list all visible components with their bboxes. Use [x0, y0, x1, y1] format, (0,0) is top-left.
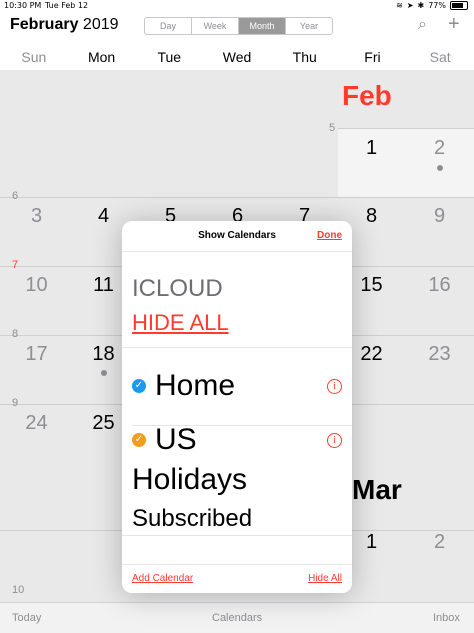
status-time: 10:30 PM: [4, 1, 42, 10]
view-week[interactable]: Week: [192, 18, 239, 34]
battery-icon: [450, 1, 468, 10]
hide-all-section-button[interactable]: HIDE ALL: [132, 310, 229, 336]
day-cell[interactable]: 3: [3, 205, 70, 228]
day-cell[interactable]: 23: [406, 343, 473, 366]
day-cell[interactable]: 1: [338, 137, 405, 160]
divider: [122, 347, 352, 348]
week-number: 9: [12, 397, 19, 409]
weekday-sun: Sun: [21, 49, 47, 65]
weekday-tue: Tue: [157, 49, 182, 65]
weekday-wed: Wed: [222, 49, 252, 65]
popover-footer: Add Calendar Hide All: [122, 564, 352, 593]
weekday-thu: Thu: [292, 49, 317, 65]
status-bar: 10:30 PM Tue Feb 12 ≋ ➤ ✱ 77%: [0, 0, 474, 12]
row-divider: [338, 128, 474, 129]
weekday-fri: Fri: [364, 49, 381, 65]
day-cell[interactable]: 9: [406, 205, 473, 228]
event-dot: [101, 370, 107, 376]
week-number: 8: [12, 328, 19, 340]
search-icon[interactable]: ⌕: [418, 16, 427, 34]
done-button[interactable]: Done: [317, 230, 342, 241]
day-cell[interactable]: 16: [406, 274, 473, 297]
section-header-icloud: ICLOUD: [132, 275, 223, 302]
hide-all-button[interactable]: Hide All: [308, 573, 342, 584]
bluetooth-icon: ✱: [417, 1, 425, 10]
view-year[interactable]: Year: [286, 18, 332, 34]
today-button[interactable]: Today: [12, 612, 41, 624]
add-event-icon[interactable]: +: [448, 13, 460, 36]
calendar-name-us: US: [155, 423, 197, 456]
divider: [122, 535, 352, 536]
month-label: Feb: [342, 80, 392, 111]
weekday-sat: Sat: [429, 49, 451, 65]
day-cell[interactable]: 24: [3, 412, 70, 435]
empty-week-area: [0, 70, 338, 128]
checkmark-icon: ✓: [132, 379, 146, 393]
week-number-current: 7: [12, 259, 19, 271]
checkmark-icon: ✓: [132, 433, 146, 447]
wifi-icon: ≋: [396, 1, 403, 10]
week-number: 10: [12, 584, 25, 596]
status-right: ≋ ➤ ✱ 77%: [396, 1, 468, 10]
battery-percent: 77%: [428, 1, 446, 10]
calendar-name-holidays: Holidays: [132, 463, 248, 496]
row-divider: [0, 197, 474, 198]
title-year: 2019: [82, 16, 119, 33]
day-cell[interactable]: 2: [406, 531, 473, 554]
popover-header: Show Calendars Done: [122, 221, 352, 252]
week-number: 5: [329, 122, 336, 134]
page-title: February 2019: [10, 16, 119, 34]
weekday-mon: Mon: [87, 49, 116, 65]
title-month: February: [10, 16, 79, 33]
day-cell[interactable]: 10: [3, 274, 70, 297]
info-icon[interactable]: i: [327, 433, 342, 448]
weekday-header: Sun Mon Tue Wed Thu Fri Sat: [0, 42, 474, 71]
add-calendar-button[interactable]: Add Calendar: [132, 573, 193, 584]
inbox-button[interactable]: Inbox: [433, 612, 460, 624]
calendar-header: February 2019 Day Week Month Year ⌕ +: [0, 12, 474, 42]
calendars-button[interactable]: Calendars: [212, 612, 262, 624]
status-date: Tue Feb 12: [45, 1, 89, 10]
event-dot: [437, 165, 443, 171]
location-icon: ➤: [406, 1, 414, 10]
day-cell[interactable]: 17: [3, 343, 70, 366]
info-icon[interactable]: i: [327, 379, 342, 394]
view-month[interactable]: Month: [239, 18, 286, 34]
section-header-subscribed: Subscribed: [132, 505, 253, 532]
view-switcher: Day Week Month Year: [144, 17, 333, 35]
week-number: 6: [12, 190, 19, 202]
tab-bar: Today Calendars Inbox: [0, 602, 474, 633]
view-day[interactable]: Day: [145, 18, 192, 34]
calendar-name-home: Home: [155, 369, 236, 402]
show-calendars-popover: Show Calendars Done ICLOUD HIDE ALL ✓ Ho…: [122, 221, 352, 593]
day-cell[interactable]: 2: [406, 137, 473, 160]
next-month-label: Mar: [352, 474, 402, 505]
